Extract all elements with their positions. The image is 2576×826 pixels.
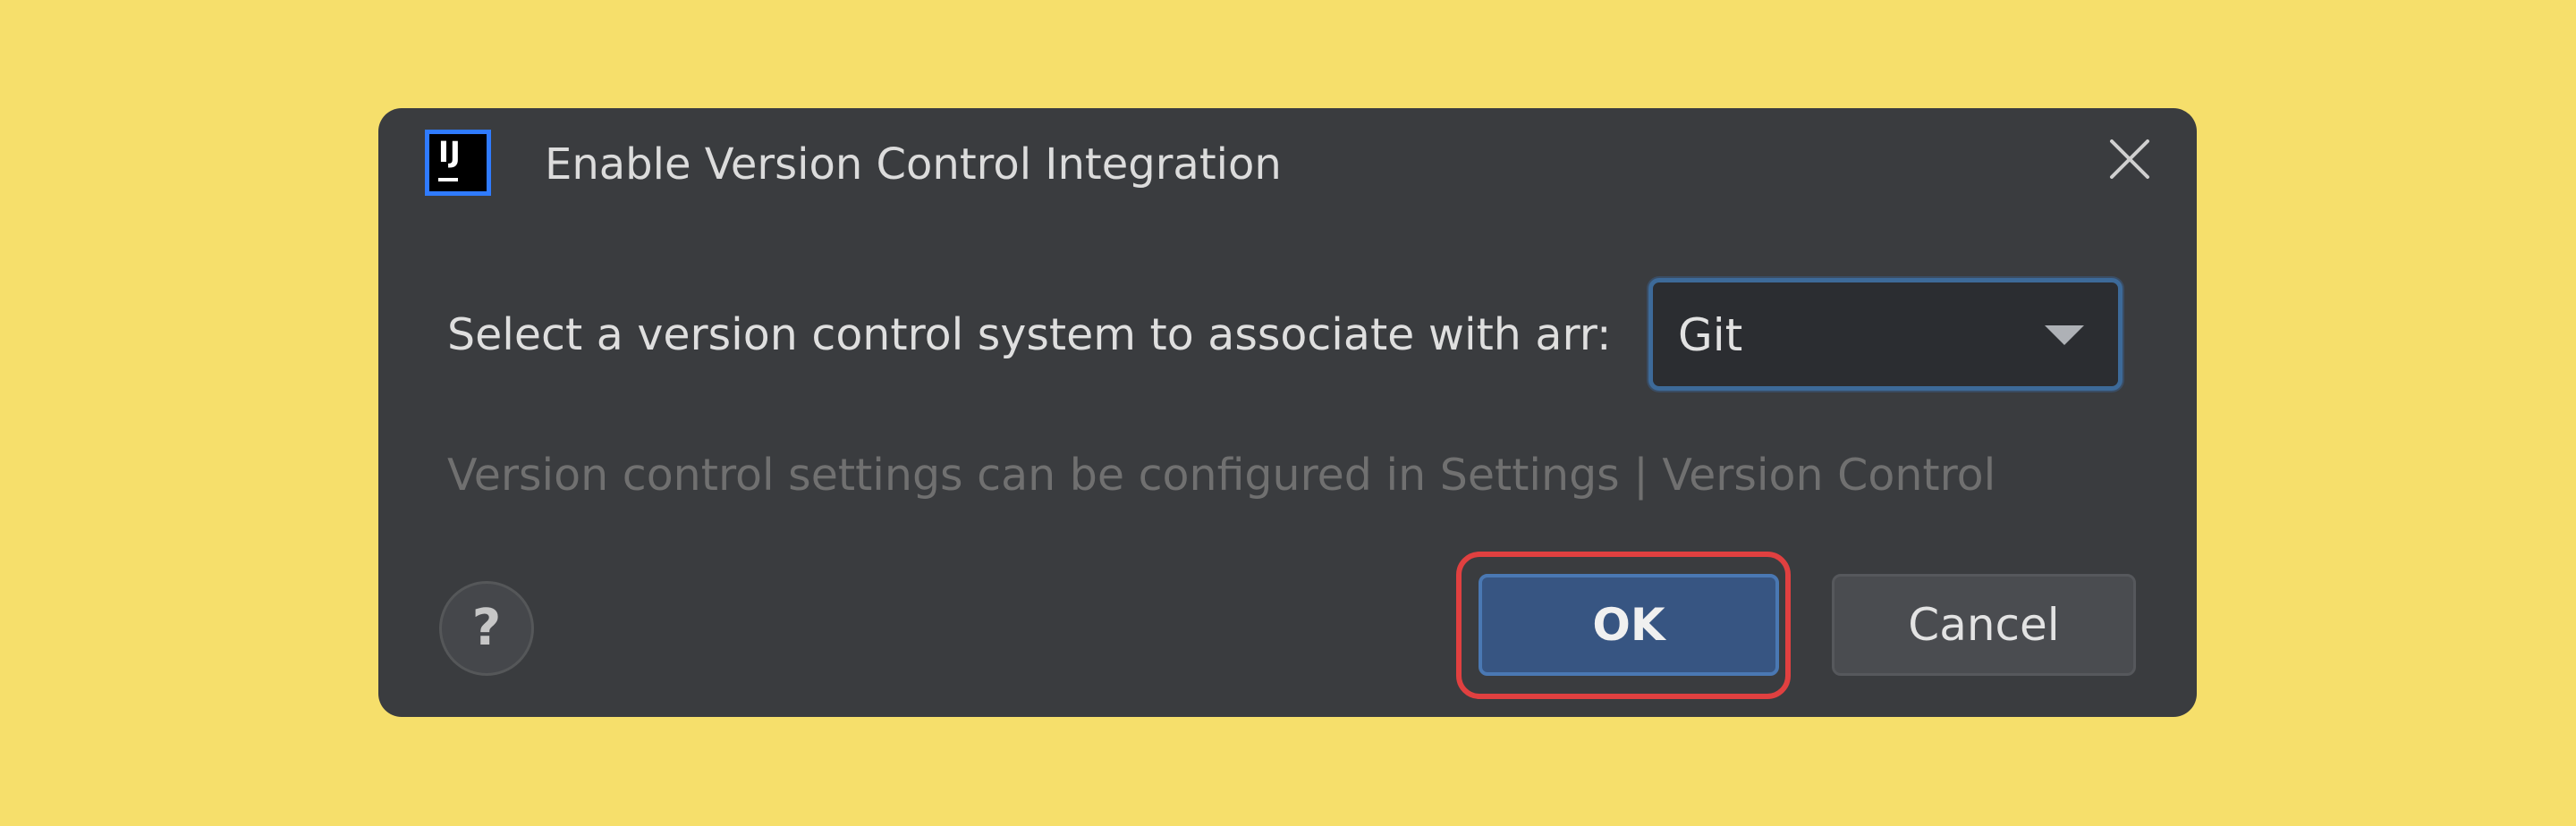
app-icon-underline bbox=[438, 178, 458, 181]
intellij-idea-icon: IJ bbox=[425, 130, 491, 196]
dialog-title: Enable Version Control Integration bbox=[545, 139, 1282, 190]
chevron-down-icon bbox=[2045, 325, 2084, 345]
enable-vcs-dialog: IJ Enable Version Control Integration Se… bbox=[378, 108, 2197, 717]
cancel-button[interactable]: Cancel bbox=[1832, 574, 2136, 676]
close-button[interactable] bbox=[2101, 131, 2158, 188]
ok-button[interactable]: OK bbox=[1479, 574, 1779, 676]
help-button[interactable]: ? bbox=[439, 581, 534, 676]
vcs-select[interactable]: Git bbox=[1648, 278, 2123, 391]
close-icon bbox=[2110, 139, 2149, 179]
vcs-prompt-label: Select a version control system to assoc… bbox=[447, 309, 1612, 360]
app-icon-letters: IJ bbox=[438, 135, 462, 169]
settings-hint: Version control settings can be configur… bbox=[447, 450, 1996, 501]
vcs-select-value: Git bbox=[1678, 309, 1743, 361]
